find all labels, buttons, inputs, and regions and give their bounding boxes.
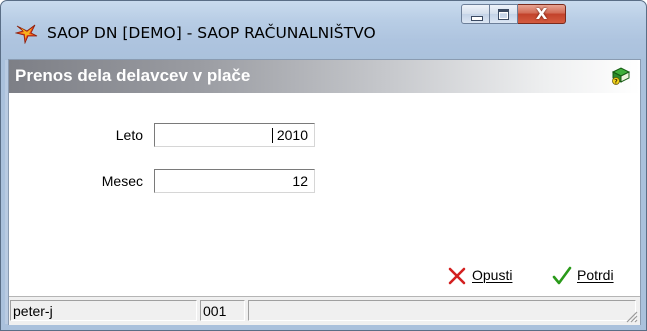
dialog-title: Prenos dela delavcev v plače [15,66,251,85]
dialog-header: Prenos dela delavcev v plače ? [9,60,640,93]
svg-text:?: ? [614,79,618,86]
app-window: SAOP DN [DEMO] - SAOP RAČUNALNIŠTVO X Pr… [0,0,647,331]
close-button[interactable]: X [518,4,566,24]
close-icon: X [535,5,548,23]
maximize-button[interactable] [490,4,518,24]
cancel-label: Opusti [472,267,513,283]
saop-logo-icon [15,24,38,44]
dialog-body: Prenos dela delavcev v plače ? Leto 2010… [5,59,641,325]
year-field[interactable]: 2010 [154,123,315,147]
red-x-icon [448,267,466,285]
minimize-button[interactable] [461,4,490,24]
month-field[interactable]: 12 [154,169,315,193]
status-bar: peter-j 001 [9,296,640,325]
status-extra [248,300,636,321]
green-check-icon [552,266,572,285]
book-help-icon[interactable]: ? [610,66,632,86]
window-title: SAOP DN [DEMO] - SAOP RAČUNALNIŠTVO [47,24,376,42]
confirm-label: Potrdi [577,267,614,283]
title-bar[interactable]: SAOP DN [DEMO] - SAOP RAČUNALNIŠTVO X [1,1,646,59]
year-label: Leto [115,127,143,143]
status-code: 001 [200,300,245,321]
month-label: Mesec [101,173,143,189]
status-user: peter-j [10,300,197,321]
resize-grip-icon[interactable] [624,309,638,323]
